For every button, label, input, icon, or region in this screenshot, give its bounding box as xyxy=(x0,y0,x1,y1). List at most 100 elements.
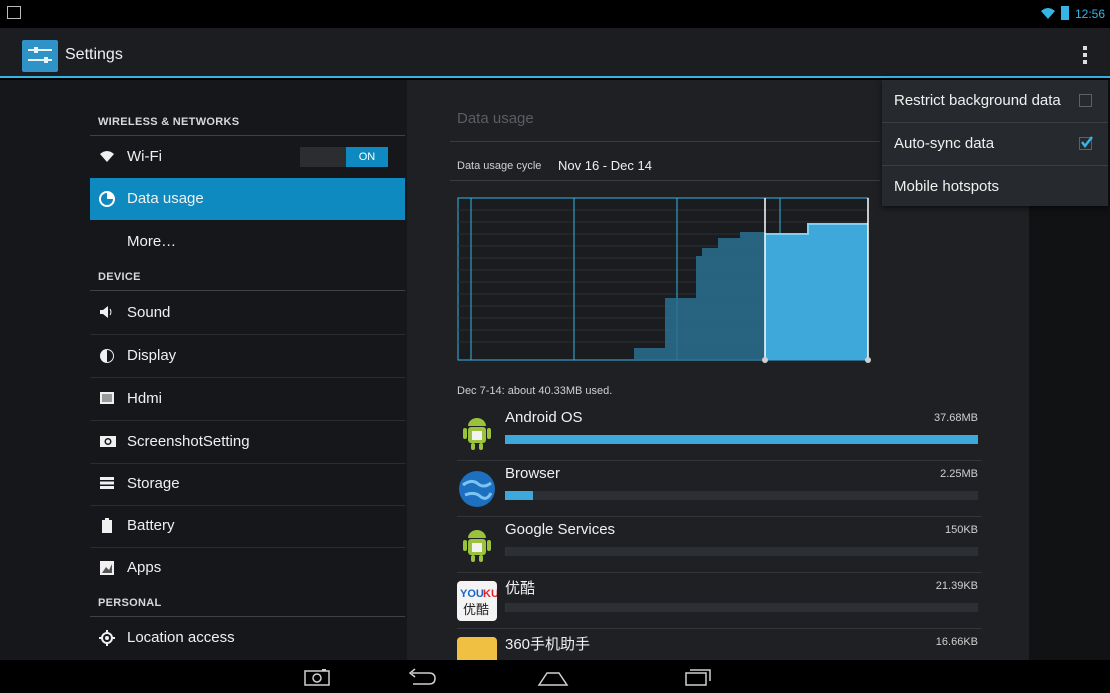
section-header-device: DEVICE xyxy=(98,271,141,283)
sidebar-item-battery[interactable]: Battery xyxy=(90,505,405,547)
sidebar-item-data-usage[interactable]: Data usage xyxy=(90,178,405,220)
app-name: Google Services xyxy=(505,521,616,538)
gallery-notification-icon xyxy=(7,6,21,19)
menu-item-label: Auto-sync data xyxy=(894,135,995,152)
status-bar: 12:56 xyxy=(0,0,1110,28)
menu-item-auto-sync-data[interactable]: Auto-sync data xyxy=(882,123,1108,165)
back-icon[interactable] xyxy=(407,668,437,686)
location-icon xyxy=(99,630,115,646)
section-header-wireless: WIRELESS & NETWORKS xyxy=(98,116,240,128)
app-title: Settings xyxy=(65,46,123,63)
menu-item-restrict-background-data[interactable]: Restrict background data xyxy=(882,80,1108,122)
data-usage-chart[interactable] xyxy=(450,192,880,368)
data-usage-icon xyxy=(99,191,115,207)
usage-cycle-label: Data usage cycle xyxy=(457,160,542,172)
camera-icon xyxy=(99,434,116,450)
cycle-start-knob xyxy=(762,357,768,363)
navigation-bar xyxy=(0,660,1110,693)
battery-icon xyxy=(99,518,115,534)
overflow-menu: Restrict background data Auto-sync data … xyxy=(882,80,1108,206)
sidebar-item-screenshot-setting[interactable]: ScreenshotSetting xyxy=(90,421,405,463)
menu-item-label: Restrict background data xyxy=(894,92,1061,109)
sidebar-item-label: Storage xyxy=(127,475,180,492)
sidebar-item-more[interactable]: More… xyxy=(90,221,405,263)
app-data-size: 37.68MB xyxy=(933,412,978,424)
usage-cycle-selector[interactable]: Nov 16 - Dec 14 xyxy=(558,158,652,173)
menu-item-label: Mobile hotspots xyxy=(894,178,1000,195)
sidebar-item-storage[interactable]: Storage xyxy=(90,463,405,505)
app-data-size: 150KB xyxy=(944,524,978,536)
usage-bar-fill xyxy=(505,547,507,556)
sidebar-item-location-access[interactable]: Location access xyxy=(90,617,405,659)
sidebar-item-label: Location access xyxy=(127,629,235,646)
cycle-end-knob xyxy=(865,357,871,363)
screenshot-icon[interactable] xyxy=(304,668,330,686)
action-bar: Settings xyxy=(0,28,1110,78)
app-usage-row[interactable]: 360手机助手 16.66KB xyxy=(457,629,982,660)
usage-area-selected xyxy=(765,224,868,360)
wifi-toggle-state: ON xyxy=(346,147,388,167)
wifi-signal-icon xyxy=(1041,8,1055,19)
checkbox-checked[interactable] xyxy=(1079,136,1093,150)
menu-item-mobile-hotspots[interactable]: Mobile hotspots xyxy=(882,166,1108,208)
sidebar-item-label: Wi-Fi xyxy=(127,148,162,165)
youku-icon: YOU KU 优酷 xyxy=(457,581,499,621)
usage-bar-fill xyxy=(505,435,978,444)
app-usage-row[interactable]: Google Services 150KB xyxy=(457,517,982,573)
svg-text:YOU: YOU xyxy=(460,588,484,600)
app-usage-row[interactable]: Browser 2.25MB xyxy=(457,461,982,517)
settings-app-icon[interactable] xyxy=(22,40,58,72)
svg-text:优酷: 优酷 xyxy=(463,603,489,618)
usage-bar-fill xyxy=(505,603,507,612)
usage-bar-track xyxy=(505,435,978,444)
recent-apps-icon[interactable] xyxy=(684,667,712,687)
app-usage-row[interactable]: Android OS 37.68MB xyxy=(457,405,982,461)
sidebar-item-label: Battery xyxy=(127,517,175,534)
sidebar-item-label: Hdmi xyxy=(127,390,163,407)
sidebar-item-sound[interactable]: Sound xyxy=(90,292,405,334)
apps-icon xyxy=(99,560,115,576)
app-data-size: 21.39KB xyxy=(935,580,978,592)
display-icon xyxy=(99,348,115,364)
browser-globe-icon xyxy=(457,469,497,509)
hdmi-icon xyxy=(99,391,115,407)
wifi-icon xyxy=(99,149,115,165)
app-name: Android OS xyxy=(505,409,583,426)
usage-bar-track xyxy=(505,491,978,500)
home-icon[interactable] xyxy=(537,668,569,686)
android-icon xyxy=(457,525,497,565)
app-usage-row[interactable]: YOU KU 优酷 优酷 21.39KB xyxy=(457,573,982,629)
sidebar-item-label: Data usage xyxy=(127,190,204,207)
sidebar-item-display[interactable]: Display xyxy=(90,335,405,377)
section-header-personal: PERSONAL xyxy=(98,597,162,609)
section-divider xyxy=(90,290,405,291)
storage-icon xyxy=(99,476,115,492)
app-name: Browser xyxy=(505,465,561,482)
sidebar-item-label: More… xyxy=(127,233,177,250)
cycle-divider xyxy=(450,180,880,181)
sidebar-item-label: Apps xyxy=(127,559,162,576)
sidebar-item-label: Display xyxy=(127,347,177,364)
page-title: Data usage xyxy=(457,110,534,127)
app-name: 优酷 xyxy=(505,580,536,597)
sidebar-item-label: Sound xyxy=(127,304,171,321)
sidebar-item-hdmi[interactable]: Hdmi xyxy=(90,378,405,420)
title-divider xyxy=(450,141,880,142)
usage-bar-fill xyxy=(505,491,533,500)
status-clock: 12:56 xyxy=(1075,7,1106,21)
app-data-size: 2.25MB xyxy=(940,468,978,480)
usage-bar-track xyxy=(505,603,978,612)
app-data-size: 16.66KB xyxy=(935,636,978,648)
overflow-menu-icon[interactable] xyxy=(1078,46,1092,66)
battery-status-icon xyxy=(1061,6,1069,20)
svg-text:KU: KU xyxy=(483,588,497,600)
android-icon xyxy=(457,413,497,453)
wifi-toggle[interactable]: ON xyxy=(300,147,388,167)
sidebar-item-label: ScreenshotSetting xyxy=(127,433,250,450)
sidebar-item-apps[interactable]: Apps xyxy=(90,547,405,589)
360-assistant-icon xyxy=(457,637,497,660)
app-name: 360手机助手 xyxy=(505,636,591,653)
sound-icon xyxy=(99,305,115,321)
usage-summary: Dec 7-14: about 40.33MB used. xyxy=(457,385,613,397)
checkbox-unchecked[interactable] xyxy=(1079,94,1092,107)
